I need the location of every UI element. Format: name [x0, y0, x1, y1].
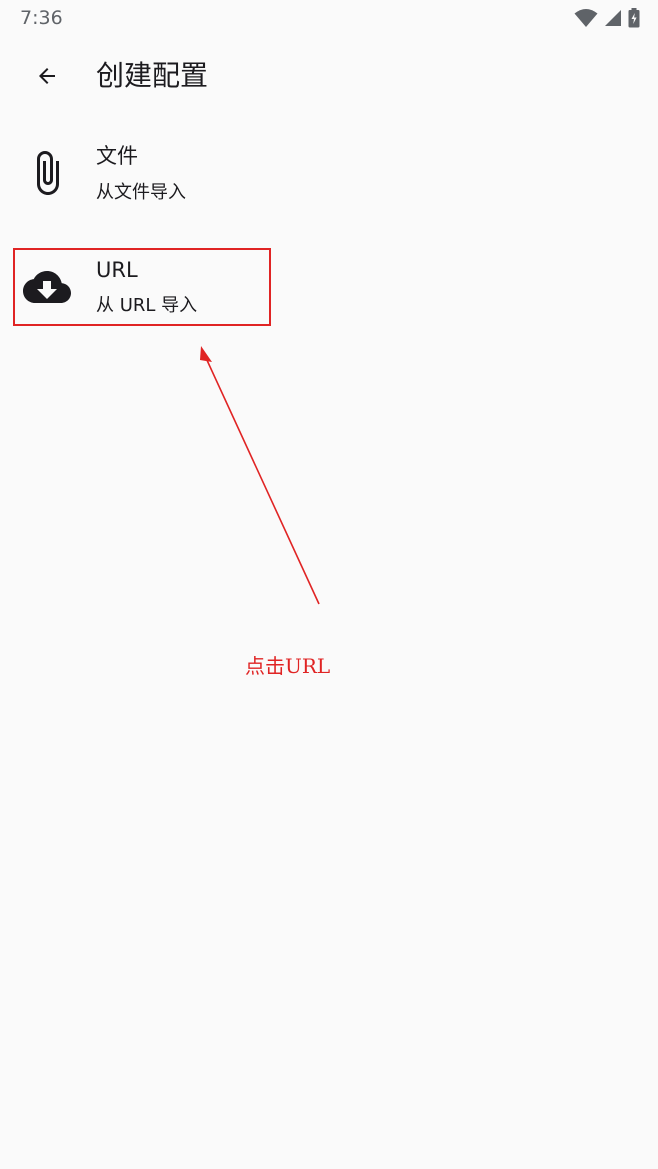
wifi-icon	[574, 9, 598, 27]
status-icons	[574, 8, 640, 28]
cloud-download-icon	[23, 271, 71, 303]
signal-icon	[605, 10, 621, 26]
item-title: 文件	[96, 144, 138, 168]
item-icon-container	[22, 262, 72, 312]
status-bar: 7:36	[0, 0, 658, 36]
item-title: URL	[96, 258, 138, 282]
item-icon-container	[22, 148, 72, 198]
page-title: 创建配置	[96, 59, 209, 92]
annotation-text: 点击URL	[245, 654, 331, 678]
list-item-url[interactable]: URL 从 URL 导入	[0, 244, 658, 356]
battery-charging-icon	[628, 8, 640, 28]
back-button[interactable]	[27, 56, 67, 96]
list-item-file[interactable]: 文件 从文件导入	[0, 130, 658, 242]
item-subtitle: 从 URL 导入	[96, 295, 198, 316]
item-subtitle: 从文件导入	[96, 182, 186, 203]
arrow-back-icon	[39, 68, 55, 84]
app-bar: 创建配置	[0, 44, 658, 108]
status-time: 7:36	[20, 7, 63, 29]
paperclip-icon	[37, 151, 59, 195]
